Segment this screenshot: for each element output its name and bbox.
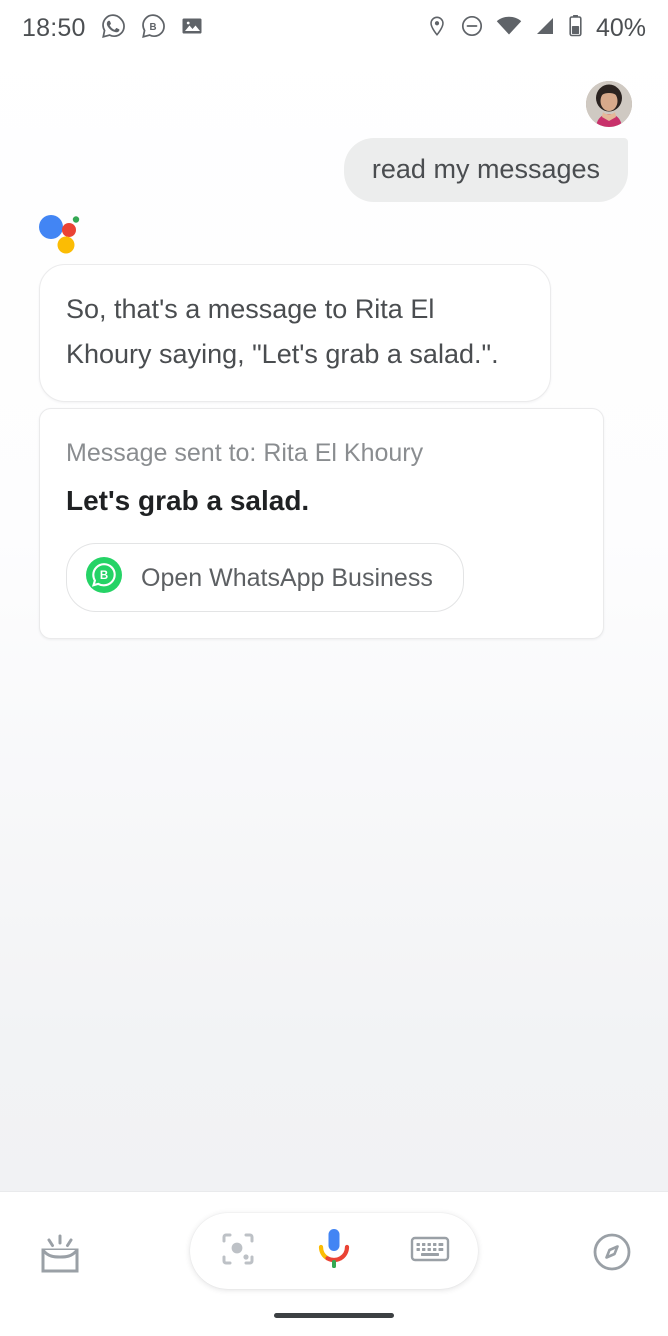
- message-recipient-label: Message sent to: Rita El Khoury: [66, 439, 424, 467]
- battery-percent-label: 40%: [595, 13, 646, 42]
- svg-text:B: B: [149, 21, 156, 32]
- snapshot-icon: [34, 1228, 86, 1285]
- whatsapp-business-icon: B: [85, 556, 123, 599]
- photos-icon: [180, 14, 204, 43]
- google-mic-icon: [313, 1225, 355, 1278]
- assistant-response-text: So, that's a message to Rita El Khoury s…: [66, 294, 499, 369]
- whatsapp-business-icon: B: [140, 13, 166, 44]
- user-message-bubble: read my messages: [343, 138, 628, 202]
- battery-icon: [568, 14, 583, 43]
- status-bar-clock: 18:50: [22, 13, 86, 42]
- google-lens-icon: [217, 1228, 259, 1275]
- user-message-text: read my messages: [371, 154, 600, 184]
- user-message-row: read my messages: [0, 138, 668, 202]
- message-sent-card: Message sent to: Rita El Khoury Let's gr…: [39, 408, 604, 639]
- cellular-signal-icon: [534, 15, 556, 42]
- home-indicator: [274, 1313, 394, 1318]
- open-whatsapp-business-button[interactable]: B Open WhatsApp Business: [66, 543, 464, 612]
- status-bar-left: 18:50 B: [22, 13, 204, 44]
- lens-button[interactable]: [207, 1220, 269, 1282]
- snapshot-button[interactable]: [34, 1228, 86, 1285]
- explore-button[interactable]: [588, 1228, 636, 1281]
- svg-text:B: B: [100, 570, 108, 582]
- keyboard-button[interactable]: [399, 1220, 461, 1282]
- explore-compass-icon: [588, 1228, 636, 1281]
- message-body-text: Let's grab a salad.: [66, 485, 310, 516]
- wifi-icon: [496, 15, 522, 42]
- keyboard-icon: [410, 1233, 450, 1270]
- mic-button[interactable]: [303, 1220, 365, 1282]
- do-not-disturb-icon: [460, 14, 484, 43]
- assistant-screen: 18:50 B 40% read my messages So, that's …: [0, 0, 668, 1336]
- google-assistant-logo: [38, 214, 84, 261]
- assistant-response-bubble: So, that's a message to Rita El Khoury s…: [39, 264, 551, 402]
- whatsapp-icon: [100, 13, 126, 44]
- open-app-button-label: Open WhatsApp Business: [141, 563, 433, 592]
- status-bar-right: 40%: [426, 14, 646, 43]
- location-icon: [426, 14, 448, 43]
- status-bar: 18:50 B 40%: [0, 0, 668, 56]
- assistant-input-pill: [190, 1213, 478, 1289]
- avatar[interactable]: [586, 81, 632, 127]
